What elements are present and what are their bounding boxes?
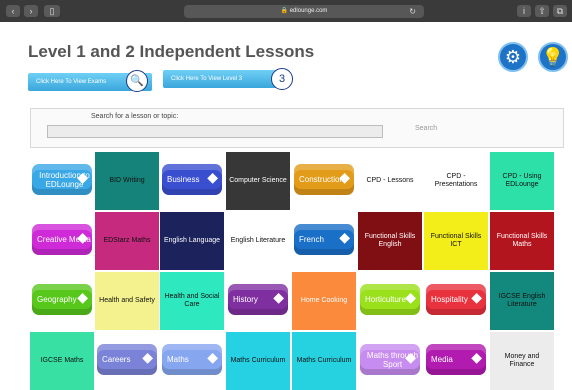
lesson-tile[interactable]: Money and Finance <box>490 332 554 390</box>
lesson-tile-label: Construction <box>299 175 344 184</box>
address-bar[interactable]: 🔒 edlounge.com ↻ <box>184 5 424 18</box>
lesson-tile[interactable]: Creative Media ◆ <box>30 212 94 270</box>
view-exams-button[interactable]: Click Here To View Exams 🔍 <box>28 70 152 92</box>
subject-icon: ◆ <box>207 349 218 365</box>
lesson-tile-label: Geography <box>37 295 77 304</box>
lesson-tile[interactable]: Horticulture ◆ <box>358 272 422 330</box>
lesson-tile[interactable]: Business ◆ <box>160 152 224 210</box>
lesson-tile-label: French <box>299 235 324 244</box>
lesson-tile[interactable]: Maths Curriculum <box>226 332 290 390</box>
sidebar-icon[interactable]: ▯ <box>44 5 60 17</box>
lesson-tile-label: English Literature <box>230 237 286 244</box>
lesson-tile-label: Health and Social Care <box>164 293 220 308</box>
lesson-tile[interactable]: EDStarz Maths <box>95 212 159 270</box>
search-label: Search for a lesson or topic: <box>91 113 179 120</box>
subject-icon: ◆ <box>339 229 350 245</box>
lesson-tile-label: EDStarz Maths <box>103 237 151 244</box>
back-icon[interactable]: ‹ <box>6 5 20 17</box>
lesson-tile[interactable]: Home Cooking <box>292 272 356 330</box>
subject-icon: ◆ <box>142 349 153 365</box>
magnifier-people-icon: 🔍 <box>126 70 148 92</box>
subject-icon: ◆ <box>77 229 88 245</box>
lesson-tile[interactable]: Introduction to EDLounge ◆ <box>30 152 94 210</box>
subject-icon: ◆ <box>405 349 416 365</box>
lesson-tile[interactable]: Construction ◆ <box>292 152 356 210</box>
lesson-tile[interactable]: CPD - Presentations <box>424 152 488 210</box>
lesson-tile-label: CPD - Lessons <box>366 177 414 184</box>
search-input[interactable] <box>47 125 383 138</box>
url-text: edlounge.com <box>289 8 328 14</box>
lesson-tile[interactable]: Functional Skills ICT <box>424 212 488 270</box>
info-icon[interactable]: i <box>517 5 531 17</box>
lock-icon: 🔒 <box>280 8 289 14</box>
subject-icon: ◆ <box>77 169 88 185</box>
subject-icon: ◆ <box>339 169 350 185</box>
lesson-tile-label: CPD - Presentations <box>434 173 478 188</box>
lesson-tile[interactable]: Maths through Sport ◆ <box>358 332 422 390</box>
lesson-tile[interactable]: English Literature <box>226 212 290 270</box>
subject-icon: ◆ <box>471 289 482 305</box>
lesson-tile-label: Health and Safety <box>99 297 155 304</box>
lesson-tile[interactable]: IGCSE Maths <box>30 332 94 390</box>
lesson-tile-label: IGCSE English Literature <box>498 293 546 308</box>
lesson-tile[interactable]: Media ◆ <box>424 332 488 390</box>
level3-badge-icon: 3 <box>271 68 293 90</box>
lesson-tile-label: Maths Curriculum <box>230 357 286 364</box>
view-exams-label: Click Here To View Exams <box>36 79 107 85</box>
lightbulb-icon[interactable]: 💡 <box>538 42 568 72</box>
lesson-tile[interactable]: French ◆ <box>292 212 356 270</box>
lesson-tile[interactable]: Health and Social Care <box>160 272 224 330</box>
search-panel: Search for a lesson or topic: Search <box>30 108 564 148</box>
lesson-tile[interactable]: Geography ◆ <box>30 272 94 330</box>
lesson-tile-label: Home Cooking <box>300 297 348 304</box>
lesson-tile-label: Hospitality <box>431 295 468 304</box>
lesson-tile[interactable]: History ◆ <box>226 272 290 330</box>
subject-icon: ◆ <box>207 169 218 185</box>
lesson-tile[interactable]: CPD - Using EDLounge <box>490 152 554 210</box>
lesson-tile[interactable]: Maths ◆ <box>160 332 224 390</box>
subject-icon: ◆ <box>77 289 88 305</box>
subject-icon: ◆ <box>273 289 284 305</box>
lesson-tile[interactable]: Health and Safety <box>95 272 159 330</box>
lesson-tile[interactable]: Computer Science <box>226 152 290 210</box>
lesson-tile[interactable]: Functional Skills English <box>358 212 422 270</box>
page-title: Level 1 and 2 Independent Lessons <box>28 42 315 61</box>
lesson-tile-label: Horticulture <box>365 295 406 304</box>
tabs-icon[interactable]: ⧉ <box>553 5 567 17</box>
view-level3-button[interactable]: Click Here To View Level 3 3 <box>163 68 293 90</box>
lesson-tile[interactable]: Maths Curriculum <box>292 332 356 390</box>
subject-icon: ◆ <box>405 289 416 305</box>
lesson-tile-label: History <box>233 295 258 304</box>
share-icon[interactable]: ⇧ <box>535 5 549 17</box>
lesson-tile[interactable]: IGCSE English Literature <box>490 272 554 330</box>
lesson-tile[interactable]: CPD - Lessons <box>358 152 422 210</box>
lesson-tile-label: Computer Science <box>229 177 287 184</box>
lesson-tile[interactable]: Hospitality ◆ <box>424 272 488 330</box>
lesson-tile-label: Functional Skills Maths <box>496 233 548 248</box>
lesson-tile-label: CPD - Using EDLounge <box>502 173 542 188</box>
lesson-tile-label: IGCSE Maths <box>40 357 84 364</box>
lesson-tile-label: English Language <box>163 237 221 244</box>
lesson-tile-label: Money and Finance <box>504 353 540 368</box>
lesson-tile-label: Functional Skills ICT <box>430 233 482 248</box>
reload-icon[interactable]: ↻ <box>409 5 416 18</box>
subject-icon: ◆ <box>471 349 482 365</box>
lesson-tile-label: Business <box>167 175 200 184</box>
lesson-tile-label: BID Writing <box>109 177 145 184</box>
lesson-tile-label: Maths Curriculum <box>296 357 352 364</box>
lesson-tile-label: Functional Skills English <box>364 233 416 248</box>
gear-icon[interactable]: ⚙ <box>498 42 528 72</box>
lesson-tile[interactable]: English Language <box>160 212 224 270</box>
search-button[interactable]: Search <box>415 125 437 132</box>
lesson-tile[interactable]: BID Writing <box>95 152 159 210</box>
view-level3-label: Click Here To View Level 3 <box>171 76 243 82</box>
lesson-tile[interactable]: Functional Skills Maths <box>490 212 554 270</box>
browser-toolbar: ‹ › ▯ 🔒 edlounge.com ↻ i ⇧ ⧉ <box>0 0 572 22</box>
forward-icon[interactable]: › <box>24 5 38 17</box>
lesson-tile[interactable]: Careers ◆ <box>95 332 159 390</box>
